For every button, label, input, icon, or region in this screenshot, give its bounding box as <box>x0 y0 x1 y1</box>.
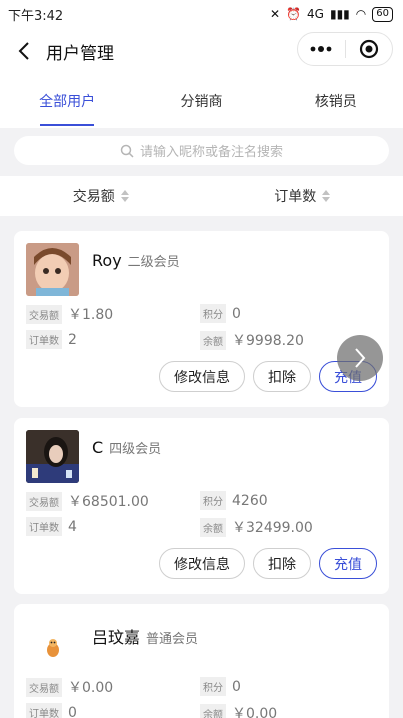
stats-row: 订单数 2 余额 ￥9998.20 <box>26 330 377 350</box>
orders-label: 订单数 <box>26 330 62 349</box>
points-value: 4260 <box>232 492 268 509</box>
member-level: 二级会员 <box>127 255 180 270</box>
sort-by-trade[interactable]: 交易额 <box>0 176 202 216</box>
points-label: 积分 <box>200 304 226 323</box>
user-card: C 四级会员 交易额 ￥68501.00 积分 4260 订单数 4 余额 ￥32499.… <box>14 418 389 594</box>
orders-value: 4 <box>68 518 77 535</box>
points-value: 0 <box>232 305 241 322</box>
avatar <box>26 243 79 296</box>
user-card: Roy 二级会员 交易额 ￥1.80 积分 0 订单数 2 余额 ￥9998.20 修改信… <box>14 231 389 407</box>
search-icon <box>120 144 134 158</box>
more-button[interactable] <box>298 33 345 65</box>
orders-value: 2 <box>68 331 77 348</box>
tab-bar: 全部用户 分销商 核销员 <box>0 74 403 128</box>
balance-value: ￥32499.00 <box>232 520 313 536</box>
user-name-text: 吕玟嘉 <box>92 628 141 647</box>
stats-row: 订单数 4 余额 ￥32499.00 <box>26 517 377 537</box>
mute-icon: ✕ <box>270 7 281 21</box>
chevron-right-icon <box>355 348 366 368</box>
card-actions: 修改信息 扣除 充值 <box>159 548 377 579</box>
user-name: C 四级会员 <box>92 438 161 457</box>
search-area: 请输入昵称或备注名搜索 <box>0 128 403 174</box>
trade-value: ￥1.80 <box>68 307 114 323</box>
stats-row: 订单数 0 余额 ￥0.00 <box>26 703 377 718</box>
stats-row: 交易额 ￥0.00 积分 0 <box>26 677 377 697</box>
tab-all-users[interactable]: 全部用户 <box>0 74 134 128</box>
wifi-icon: ◠ <box>355 7 367 21</box>
signal-icon: ▮▮▮ <box>329 7 350 21</box>
sort-arrows-icon <box>120 190 129 202</box>
more-dots-icon <box>310 46 332 52</box>
alarm-icon: ⏰ <box>286 7 302 21</box>
avatar <box>26 430 79 483</box>
status-bar: 下午3:42 ✕ ⏰ 4G ▮▮▮ ◠ 60 <box>0 0 403 28</box>
trade-value: ￥0.00 <box>68 680 114 696</box>
balance-value: ￥9998.20 <box>232 333 304 349</box>
stats-row: 交易额 ￥68501.00 积分 4260 <box>26 491 377 511</box>
deduct-button[interactable]: 扣除 <box>253 361 311 392</box>
nav-bar: 用户管理 <box>0 28 403 74</box>
miniprogram-capsule <box>297 32 393 66</box>
search-input[interactable]: 请输入昵称或备注名搜索 <box>14 136 389 165</box>
balance-label: 余额 <box>200 703 226 718</box>
member-level: 四级会员 <box>109 442 162 457</box>
member-level: 普通会员 <box>146 632 199 647</box>
sort-by-orders[interactable]: 订单数 <box>202 176 403 216</box>
orders-label: 订单数 <box>26 703 62 718</box>
search-placeholder: 请输入昵称或备注名搜索 <box>139 145 283 160</box>
edit-info-button[interactable]: 修改信息 <box>159 361 245 392</box>
recharge-button[interactable]: 充值 <box>319 548 377 579</box>
chevron-left-icon <box>18 42 29 60</box>
floating-next-button[interactable] <box>337 335 383 381</box>
page-title: 用户管理 <box>46 43 114 64</box>
trade-label: 交易额 <box>26 491 62 511</box>
balance-label: 余额 <box>200 330 226 350</box>
deduct-button[interactable]: 扣除 <box>253 548 311 579</box>
balance-value: ￥0.00 <box>232 706 278 718</box>
trade-label: 交易额 <box>26 304 62 324</box>
sort-orders-label: 订单数 <box>274 189 317 205</box>
user-name: 吕玟嘉 普通会员 <box>92 624 198 648</box>
user-name-text: C <box>92 438 104 457</box>
battery-icon: 60 <box>372 6 393 22</box>
status-icons: ✕ ⏰ 4G ▮▮▮ ◠ 60 <box>270 6 393 22</box>
points-value: 0 <box>232 678 241 695</box>
close-miniprogram-button[interactable] <box>346 33 393 65</box>
back-button[interactable] <box>4 28 44 74</box>
orders-label: 订单数 <box>26 517 62 536</box>
signal-label: 4G <box>307 7 324 21</box>
user-card: 吕玟嘉 普通会员 交易额 ￥0.00 积分 0 订单数 0 余额 ￥0.00 <box>14 604 389 718</box>
target-icon <box>359 39 378 59</box>
orders-value: 0 <box>68 704 77 718</box>
trade-label: 交易额 <box>26 677 62 697</box>
sort-arrows-icon <box>322 190 331 202</box>
status-time: 下午3:42 <box>8 8 64 24</box>
avatar <box>26 616 79 669</box>
tab-distributors[interactable]: 分销商 <box>134 74 268 128</box>
user-name-text: Roy <box>92 251 122 270</box>
points-label: 积分 <box>200 677 226 696</box>
user-name: Roy 二级会员 <box>92 251 180 270</box>
sort-bar: 交易额 订单数 <box>0 176 403 216</box>
points-label: 积分 <box>200 491 226 510</box>
stats-row: 交易额 ￥1.80 积分 0 <box>26 304 377 324</box>
sort-trade-label: 交易额 <box>72 189 115 205</box>
balance-label: 余额 <box>200 517 226 537</box>
edit-info-button[interactable]: 修改信息 <box>159 548 245 579</box>
trade-value: ￥68501.00 <box>68 494 149 510</box>
tab-verifiers[interactable]: 核销员 <box>269 74 403 128</box>
